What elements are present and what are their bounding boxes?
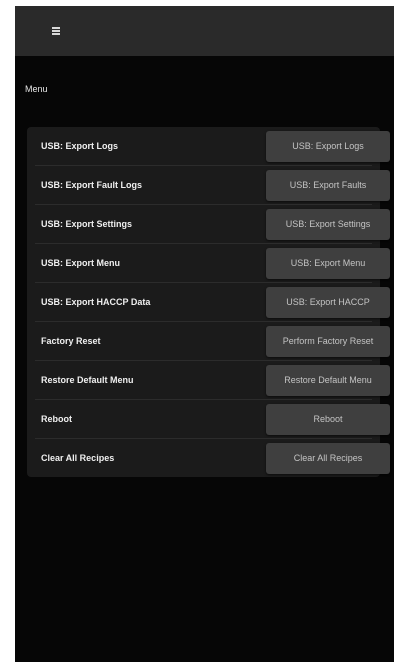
row-export-haccp: USB: Export HACCP Data USB: Export HACCP — [27, 283, 390, 322]
row-export-logs: USB: Export Logs USB: Export Logs — [27, 127, 390, 166]
row-restore-default-menu: Restore Default Menu Restore Default Men… — [27, 361, 390, 400]
row-factory-reset: Factory Reset Perform Factory Reset — [27, 322, 390, 361]
device-screen: Menu USB: Export Logs USB: Export Logs U… — [15, 6, 394, 662]
export-settings-button[interactable]: USB: Export Settings — [266, 209, 390, 240]
export-logs-button[interactable]: USB: Export Logs — [266, 131, 390, 162]
clear-recipes-button[interactable]: Clear All Recipes — [266, 443, 390, 474]
export-faults-button[interactable]: USB: Export Faults — [266, 170, 390, 201]
settings-panel: USB: Export Logs USB: Export Logs USB: E… — [27, 127, 390, 478]
row-clear-recipes: Clear All Recipes Clear All Recipes — [27, 439, 390, 478]
factory-reset-button[interactable]: Perform Factory Reset — [266, 326, 390, 357]
row-export-menu: USB: Export Menu USB: Export Menu — [27, 244, 390, 283]
row-label: Factory Reset — [41, 336, 101, 346]
restore-default-menu-button[interactable]: Restore Default Menu — [266, 365, 390, 396]
reboot-button[interactable]: Reboot — [266, 404, 390, 435]
row-label: USB: Export Logs — [41, 141, 119, 151]
row-label: USB: Export Fault Logs — [41, 180, 142, 190]
row-label: Restore Default Menu — [41, 375, 134, 385]
export-haccp-button[interactable]: USB: Export HACCP — [266, 287, 390, 318]
row-label: USB: Export Settings — [41, 219, 133, 229]
row-label: Clear All Recipes — [41, 453, 115, 463]
row-label: Reboot — [41, 414, 72, 424]
row-label: USB: Export Menu — [41, 258, 121, 268]
row-export-settings: USB: Export Settings USB: Export Setting… — [27, 205, 390, 244]
section-title: Menu — [25, 84, 48, 94]
export-menu-button[interactable]: USB: Export Menu — [266, 248, 390, 279]
row-reboot: Reboot Reboot — [27, 400, 390, 439]
hamburger-icon[interactable] — [49, 26, 63, 38]
row-label: USB: Export HACCP Data — [41, 297, 151, 307]
top-bar — [15, 6, 394, 56]
row-export-fault-logs: USB: Export Fault Logs USB: Export Fault… — [27, 166, 390, 205]
